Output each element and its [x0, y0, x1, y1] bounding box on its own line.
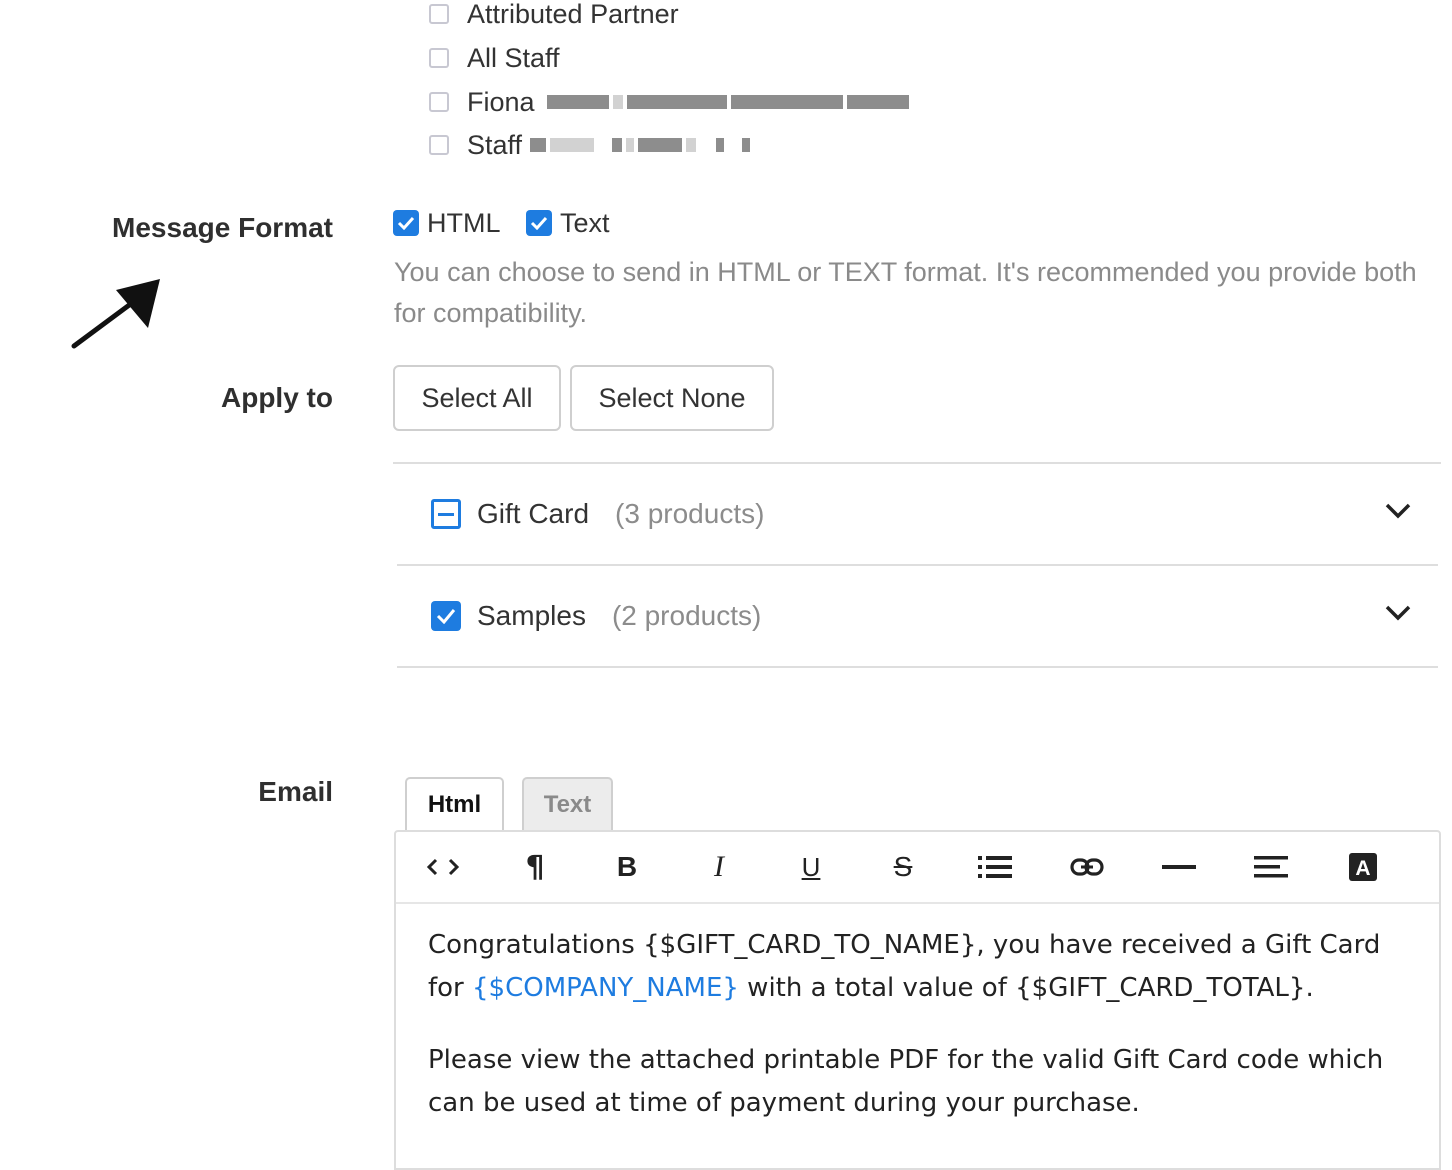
- format-option-text[interactable]: Text: [526, 205, 610, 241]
- align-icon[interactable]: [1246, 842, 1296, 892]
- checkbox-partial[interactable]: [431, 499, 461, 529]
- recipient-label: Staff: [467, 129, 523, 160]
- checkbox-checked[interactable]: [526, 210, 552, 236]
- tab-html[interactable]: Html: [405, 777, 504, 831]
- recipient-label: Attributed Partner: [467, 0, 679, 29]
- format-label: Text: [560, 207, 610, 238]
- recipient-item[interactable]: Staff: [429, 128, 751, 162]
- checkbox[interactable]: [429, 48, 449, 68]
- checkmark-icon: [397, 216, 415, 230]
- group-name: Samples: [477, 600, 586, 631]
- chevron-down-icon[interactable]: [1384, 604, 1412, 622]
- paragraph-icon[interactable]: ¶: [510, 842, 560, 892]
- recipient-label: Fiona: [467, 86, 535, 117]
- product-group-samples[interactable]: Samples (2 products): [431, 596, 1412, 636]
- italic-icon[interactable]: I: [694, 842, 744, 892]
- text-span: with a total value of {$GIFT_CARD_TOTAL}…: [738, 973, 1314, 1003]
- checkbox[interactable]: [429, 92, 449, 112]
- format-label: HTML: [427, 207, 501, 238]
- checkbox-checked[interactable]: [431, 601, 461, 631]
- redacted-text: [530, 138, 751, 152]
- recipient-item[interactable]: Fiona: [429, 85, 909, 119]
- strikethrough-icon[interactable]: S: [878, 842, 928, 892]
- company-name-link[interactable]: {$COMPANY_NAME}: [472, 973, 739, 1003]
- list-icon[interactable]: [970, 842, 1020, 892]
- text-color-icon[interactable]: A: [1338, 842, 1388, 892]
- arrow-pointer-icon: [71, 279, 160, 349]
- group-count: (2 products): [611, 600, 762, 631]
- editor-content[interactable]: Congratulations {$GIFT_CARD_TO_NAME}, yo…: [428, 924, 1415, 1154]
- bold-icon[interactable]: B: [602, 842, 652, 892]
- product-group-gift-card[interactable]: Gift Card (3 products): [431, 494, 1412, 534]
- editor-toolbar: ¶ B I U S A: [396, 832, 1439, 904]
- select-all-button[interactable]: Select All: [393, 365, 561, 431]
- code-view-icon[interactable]: [418, 842, 468, 892]
- checkmark-icon: [530, 216, 548, 230]
- select-none-button[interactable]: Select None: [570, 365, 774, 431]
- group-count: (3 products): [615, 498, 765, 529]
- email-label: Email: [258, 776, 333, 807]
- divider: [397, 666, 1438, 668]
- paragraph: Please view the attached printable PDF f…: [428, 1045, 1384, 1118]
- checkbox[interactable]: [429, 135, 449, 155]
- group-name: Gift Card: [477, 498, 590, 529]
- apply-to-label: Apply to: [221, 382, 333, 413]
- svg-text:A: A: [1355, 857, 1370, 880]
- divider: [393, 462, 1441, 464]
- recipient-item[interactable]: All Staff: [429, 41, 560, 75]
- chevron-down-icon[interactable]: [1384, 502, 1412, 520]
- format-help-text: You can choose to send in HTML or TEXT f…: [394, 257, 1417, 328]
- message-format-label: Message Format: [112, 212, 333, 243]
- format-option-html[interactable]: HTML: [393, 205, 501, 241]
- recipient-label: All Staff: [467, 42, 560, 73]
- divider: [397, 564, 1438, 566]
- email-editor[interactable]: ¶ B I U S A Congratulations {$GIFT_CARD_…: [394, 830, 1441, 1170]
- tab-text[interactable]: Text: [522, 777, 613, 831]
- checkmark-icon: [436, 609, 456, 624]
- checkbox[interactable]: [429, 4, 449, 24]
- redacted-text: [546, 95, 909, 109]
- link-icon[interactable]: [1062, 842, 1112, 892]
- underline-icon[interactable]: U: [786, 842, 836, 892]
- checkbox-checked[interactable]: [393, 210, 419, 236]
- paragraph: Congratulations {$GIFT_CARD_TO_NAME}, yo…: [428, 924, 1415, 1010]
- horizontal-rule-icon[interactable]: [1154, 842, 1204, 892]
- recipient-item[interactable]: Attributed Partner: [429, 0, 679, 31]
